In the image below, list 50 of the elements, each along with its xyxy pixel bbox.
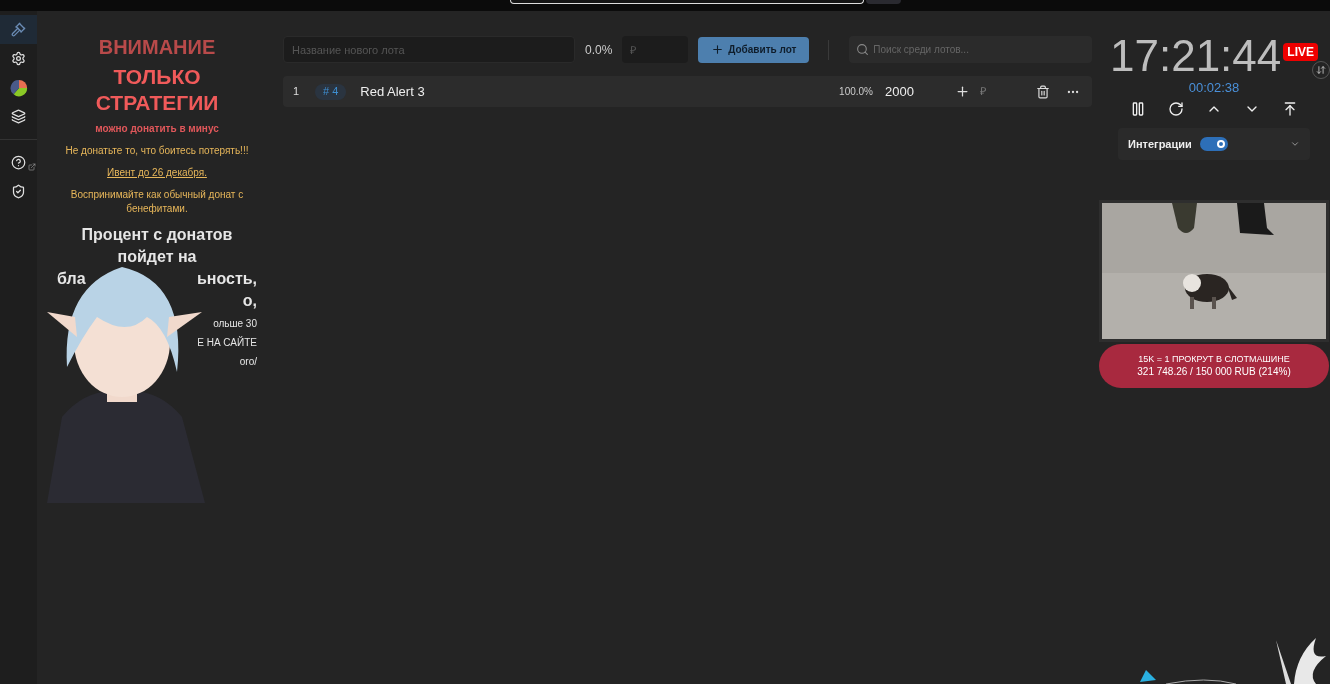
up-to-line-icon: [1282, 101, 1298, 117]
goal-progress: 321 748.26 / 150 000 RUB (214%): [1137, 365, 1291, 379]
layers-icon: [11, 109, 26, 124]
event-link[interactable]: Ивент до 26 декабря.: [99, 165, 215, 181]
external-link-icon: [28, 163, 36, 171]
announcement-text: Процент с донатов: [80, 224, 234, 245]
announcement-fragment: Е НА САЙТЕ: [197, 335, 257, 350]
pause-icon: [1130, 101, 1146, 117]
gavel-icon: [11, 22, 26, 37]
announcement-text: Воспринимайте как обычный донат с бенефитами.: [69, 188, 245, 216]
announcement-fragment: ьность,: [196, 268, 257, 289]
clock-text: 17:21:44: [1110, 31, 1282, 81]
search-field[interactable]: Поиск среди лотов...: [849, 36, 1092, 63]
lot-id-badge: # 4: [315, 83, 347, 100]
percent-text: 0.0%: [585, 41, 613, 59]
elapsed-time: 00:02:38: [1188, 81, 1240, 95]
announcement-fragment: о,: [242, 290, 257, 311]
help-icon: [11, 155, 26, 170]
currency-sign: ₽: [980, 84, 986, 100]
announcement-text: пойдет на: [116, 246, 198, 267]
swap-icon: [1316, 65, 1326, 75]
settings-icon: [11, 51, 26, 66]
goal-title: 15K = 1 ПРОКРУТ В СЛОТМАШИНЕ: [1138, 353, 1290, 365]
integrations-label: Интеграции: [1128, 136, 1192, 152]
chevron-down-icon: [1290, 139, 1300, 149]
live-badge: LIVE: [1283, 43, 1318, 61]
integrations-toggle[interactable]: [1199, 137, 1228, 151]
announcement-fragment: oro/: [239, 354, 257, 369]
add-lot-button[interactable]: Добавить лот: [698, 36, 810, 63]
add-amount-button[interactable]: [955, 84, 970, 99]
announcement-fragment: ольше 30: [213, 316, 257, 331]
announcement-text: ВНИМАНИЕ: [97, 35, 217, 60]
pie-chart-icon: [9, 78, 28, 97]
trash-icon: [1036, 84, 1050, 99]
lot-percent: 100.0%: [839, 85, 873, 99]
lot-amount: 2000: [885, 82, 915, 101]
announcement-fragment: бла: [57, 268, 86, 289]
lot-name: Red Alert 3: [360, 82, 425, 101]
announcement-text: можно донатить в минус: [94, 121, 220, 136]
delete-button[interactable]: [1036, 84, 1050, 99]
plus-icon: [955, 84, 970, 99]
shield-check-icon: [11, 184, 26, 199]
search-icon: [856, 43, 870, 56]
restart-icon: [1168, 101, 1184, 117]
announcement-text: Не донатьте то, что боитесь потерять!!!: [64, 143, 250, 158]
amount-field[interactable]: ₽: [622, 36, 689, 63]
lot-position: 1: [293, 84, 301, 100]
announcement-text: ТОЛЬКО СТРАТЕГИИ: [94, 64, 220, 117]
plus-icon: [711, 43, 725, 56]
restart-button[interactable]: [1166, 99, 1186, 119]
